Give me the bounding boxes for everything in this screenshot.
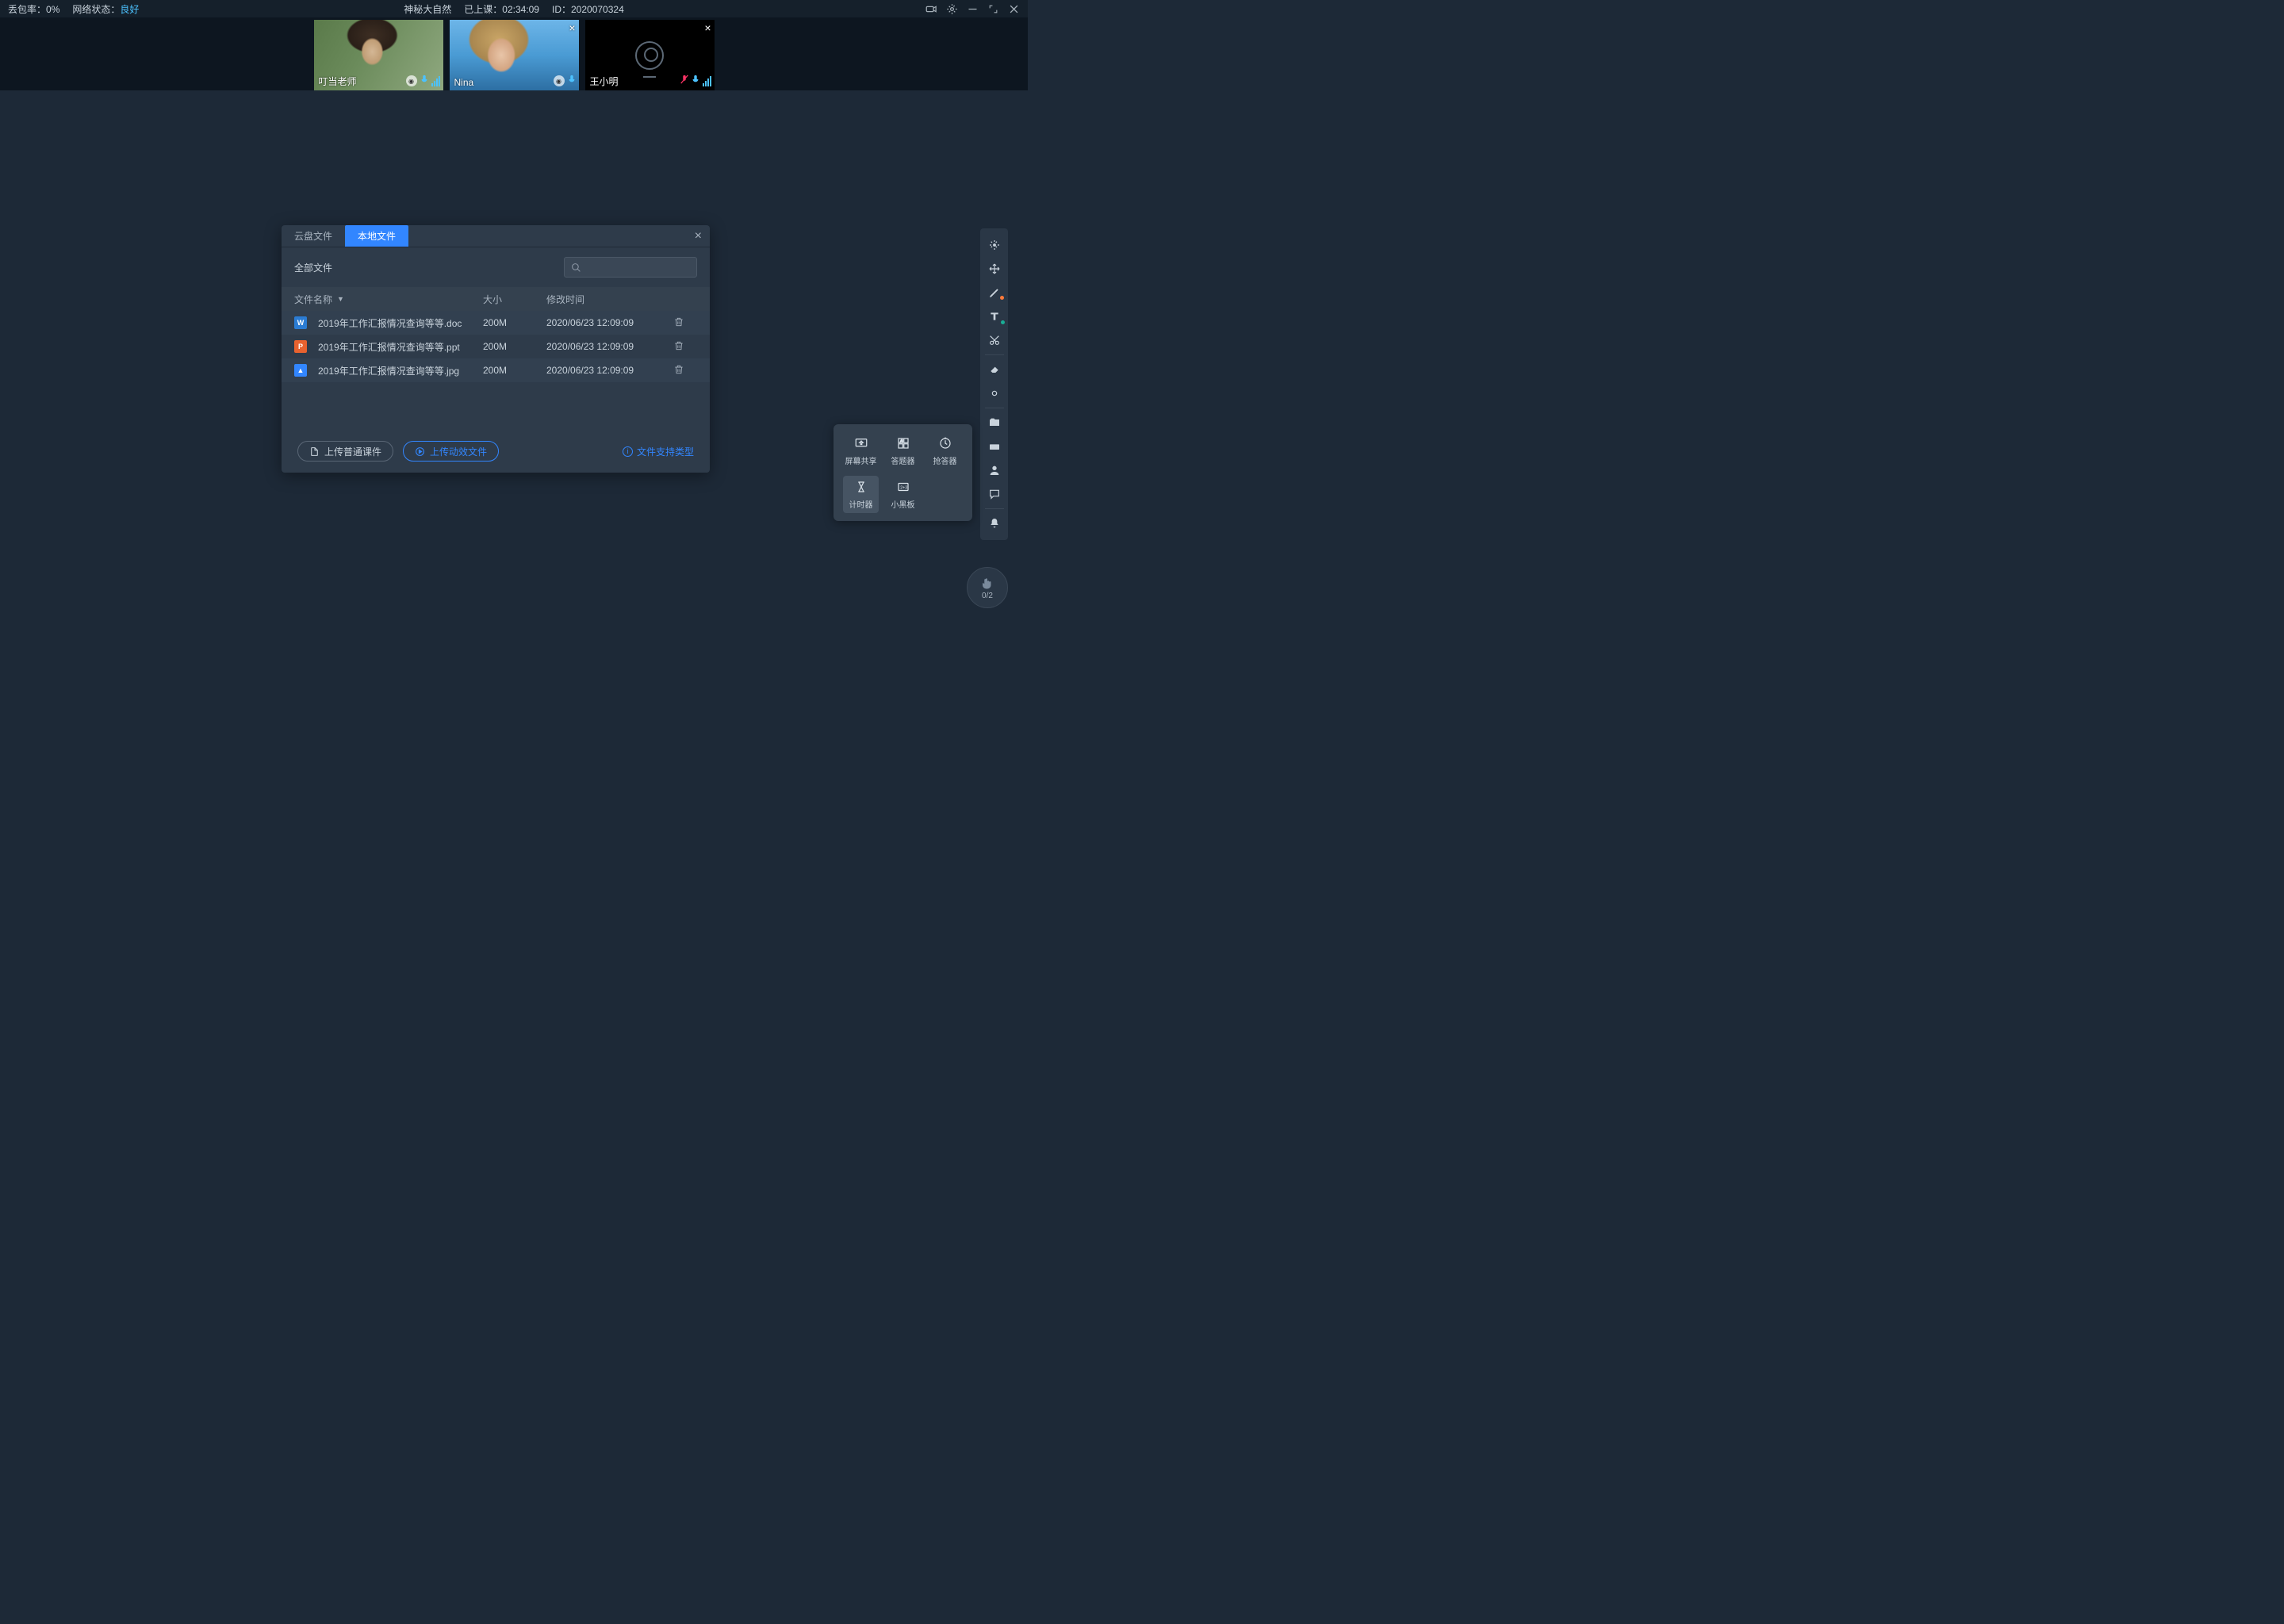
- image-icon: ▲: [294, 364, 307, 377]
- pen-tool[interactable]: [980, 281, 1008, 304]
- dialog-close-icon[interactable]: ×: [695, 229, 702, 243]
- camera-off-icon: [635, 41, 664, 70]
- video-tile-teacher[interactable]: 叮当老师 ◉: [314, 20, 443, 90]
- file-dialog: 云盘文件 本地文件 × 全部文件 文件名称▼ 大小 修改时间 W 2019年工作汇…: [282, 225, 710, 473]
- room-id: ID：2020070324: [552, 2, 624, 16]
- file-name: 2019年工作汇报情况查询等等.jpg: [318, 364, 459, 377]
- camera-icon[interactable]: [925, 2, 937, 15]
- svg-text:2+3: 2+3: [900, 485, 907, 490]
- file-row[interactable]: W 2019年工作汇报情况查询等等.doc 200M 2020/06/23 12:…: [282, 311, 710, 335]
- delete-icon[interactable]: [673, 340, 684, 351]
- screen-share-tool[interactable]: 屏幕共享: [843, 432, 879, 469]
- tools-popup: 屏幕共享 A 答题器 抢答器 计时器 2+3 小黑板: [834, 424, 972, 521]
- laser-pointer-tool[interactable]: [980, 233, 1008, 257]
- video-tile-student[interactable]: × 王小明: [585, 20, 715, 90]
- file-name: 2019年工作汇报情况查询等等.doc: [318, 316, 462, 330]
- mic-muted-icon: [680, 74, 688, 88]
- column-modified[interactable]: 修改时间: [546, 293, 673, 306]
- raise-hand-button[interactable]: 0/2: [967, 567, 1008, 608]
- timer-tool[interactable]: 计时器: [843, 476, 879, 513]
- column-filename[interactable]: 文件名称▼: [294, 293, 483, 306]
- participant-name: 叮当老师: [319, 75, 357, 88]
- upload-dynamic-button[interactable]: 上传动效文件: [403, 441, 499, 462]
- network-status: 网络状态：良好: [72, 2, 139, 16]
- chat-tool[interactable]: [980, 482, 1008, 506]
- delete-icon[interactable]: [673, 316, 684, 327]
- participant-name: 王小明: [590, 75, 619, 88]
- quick-answer-tool[interactable]: 抢答器: [927, 432, 963, 469]
- supported-types-link[interactable]: i 文件支持类型: [623, 445, 694, 458]
- play-circle-icon: [415, 446, 425, 457]
- file-row[interactable]: ▲ 2019年工作汇报情况查询等等.jpg 200M 2020/06/23 12:…: [282, 358, 710, 382]
- ppt-icon: P: [294, 340, 307, 353]
- apps-tool[interactable]: [980, 435, 1008, 458]
- answer-tool[interactable]: A 答题器: [885, 432, 921, 469]
- bell-tool[interactable]: [980, 511, 1008, 535]
- info-icon: i: [623, 446, 633, 457]
- file-row[interactable]: P 2019年工作汇报情况查询等等.ppt 200M 2020/06/23 12:…: [282, 335, 710, 358]
- delete-icon[interactable]: [673, 364, 684, 375]
- signal-bars-icon: [431, 75, 440, 86]
- room-title: 神秘大自然: [404, 2, 451, 16]
- cut-tool[interactable]: [980, 328, 1008, 352]
- video-close-icon[interactable]: ×: [704, 21, 711, 34]
- document-icon: [309, 446, 320, 457]
- right-toolbar: [980, 228, 1008, 540]
- hand-count: 0/2: [982, 592, 993, 600]
- user-tool[interactable]: [980, 458, 1008, 482]
- maximize-button[interactable]: [987, 2, 999, 15]
- folder-tool[interactable]: [980, 411, 1008, 435]
- camera-status-icon: ◉: [554, 75, 565, 86]
- video-strip: 叮当老师 ◉ × Nina ◉ × 王小明: [0, 17, 1028, 90]
- camera-status-icon: ◉: [406, 75, 417, 86]
- search-icon: [571, 262, 581, 273]
- breadcrumb[interactable]: 全部文件: [294, 261, 332, 274]
- mic-on-icon: [420, 74, 428, 88]
- signal-bars-icon: [703, 75, 711, 86]
- settings-icon[interactable]: [945, 2, 958, 15]
- file-size: 200M: [483, 317, 546, 328]
- mini-board-tool[interactable]: 2+3 小黑板: [885, 476, 921, 513]
- class-duration: 已上课：02:34:09: [464, 2, 539, 16]
- upload-normal-button[interactable]: 上传普通课件: [297, 441, 393, 462]
- video-tile-student[interactable]: × Nina ◉: [450, 20, 579, 90]
- file-size: 200M: [483, 341, 546, 352]
- file-time: 2020/06/23 12:09:09: [546, 317, 673, 328]
- move-tool[interactable]: [980, 257, 1008, 281]
- close-button[interactable]: [1007, 2, 1020, 15]
- search-input[interactable]: [564, 257, 697, 278]
- hand-icon: [980, 576, 994, 590]
- doc-icon: W: [294, 316, 307, 329]
- top-status-bar: 丢包率：0% 网络状态：良好 神秘大自然 已上课：02:34:09 ID：202…: [0, 0, 1028, 17]
- packet-loss: 丢包率：0%: [8, 2, 59, 16]
- video-close-icon[interactable]: ×: [569, 21, 575, 34]
- tab-local-files[interactable]: 本地文件: [345, 225, 408, 247]
- brightness-tool[interactable]: [980, 381, 1008, 405]
- column-size[interactable]: 大小: [483, 293, 546, 306]
- sort-caret-icon: ▼: [337, 295, 344, 303]
- mic-on-icon: [692, 74, 699, 88]
- file-time: 2020/06/23 12:09:09: [546, 365, 673, 376]
- file-time: 2020/06/23 12:09:09: [546, 341, 673, 352]
- participant-name: Nina: [454, 77, 474, 88]
- file-table-header: 文件名称▼ 大小 修改时间: [282, 287, 710, 311]
- mic-on-icon: [568, 74, 576, 88]
- minimize-button[interactable]: [966, 2, 979, 15]
- text-tool[interactable]: [980, 304, 1008, 328]
- tab-cloud-files[interactable]: 云盘文件: [282, 225, 345, 247]
- file-size: 200M: [483, 365, 546, 376]
- file-name: 2019年工作汇报情况查询等等.ppt: [318, 340, 460, 354]
- eraser-tool[interactable]: [980, 358, 1008, 381]
